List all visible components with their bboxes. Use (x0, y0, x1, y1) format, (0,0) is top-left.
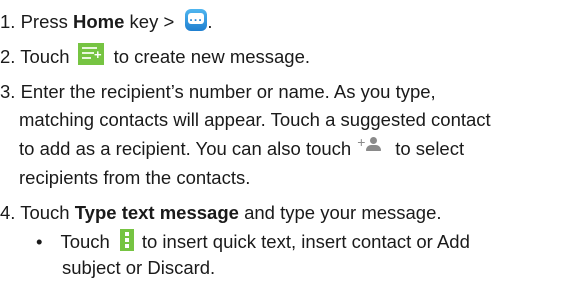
step-4-text: 4. Touch (0, 202, 75, 223)
bullet-line-2: subject or Discard. (62, 256, 215, 280)
step-3-text-3: to add as a recipient. You can also touc… (19, 138, 352, 159)
step-2: 2. Touch to create new message. (0, 43, 311, 69)
step-3-line-2: matching contacts will appear. Touch a s… (19, 108, 491, 132)
step-1: 1. Press Home key > . (0, 8, 213, 34)
type-text-message-label: Type text message (74, 202, 239, 223)
bullet-line-1: • Touch to insert quick text, insert conta… (36, 229, 470, 254)
bullet-text: Touch (60, 231, 110, 252)
menu-dots-icon (119, 229, 134, 252)
step-4-text-2: and type your message. (238, 202, 442, 223)
step-3-line-1: 3. Enter the recipient’s number or name.… (0, 80, 436, 104)
step-3-text-4: to select (395, 138, 465, 159)
add-contact-icon: + (357, 135, 383, 153)
bullet-mark: • (36, 231, 43, 252)
step-3-text-5: recipients from the contacts. (19, 167, 251, 188)
step-1-period: . (207, 11, 213, 32)
step-2-text: 2. Touch (0, 46, 70, 67)
bullet-text-3: subject or Discard. (62, 257, 216, 278)
step-3-text-1: 3. Enter the recipient’s number or name.… (0, 81, 436, 102)
step-2-text-2: to create new message. (113, 46, 311, 67)
home-key-label: Home (73, 11, 125, 32)
step-1-text: 1. Press (0, 11, 73, 32)
step-4: 4. Touch Type text message and type your… (0, 201, 442, 225)
bullet-text-2: to insert quick text, insert contact or … (141, 231, 470, 252)
messaging-app-icon (185, 8, 208, 32)
new-message-icon (77, 43, 104, 67)
step-1-text-2: key > (124, 11, 180, 32)
step-3-line-3: to add as a recipient. You can also touc… (19, 135, 465, 161)
step-3-text-2: matching contacts will appear. Touch a s… (19, 109, 491, 130)
step-3-line-4: recipients from the contacts. (19, 166, 250, 190)
